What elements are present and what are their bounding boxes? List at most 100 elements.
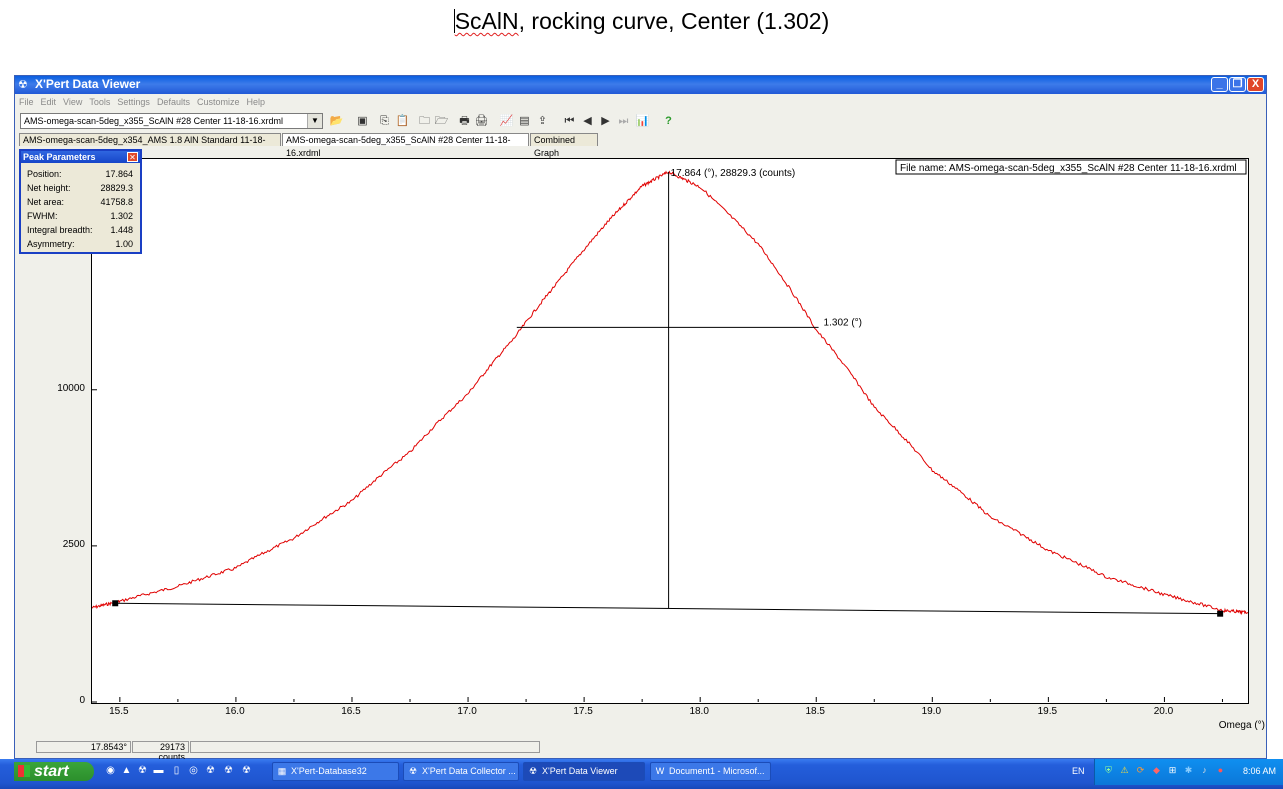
menu-file[interactable]: File xyxy=(19,95,34,110)
start-label: start xyxy=(34,763,69,780)
data-series-line xyxy=(92,170,1248,616)
tray-bluetooth-icon[interactable]: ✱ xyxy=(1183,765,1194,776)
tray-shield-icon[interactable]: ⛨ xyxy=(1103,765,1114,776)
graph-icon[interactable]: 📈 xyxy=(499,114,514,128)
task-label: X'Pert Data Viewer xyxy=(542,766,618,776)
peak-row-fwhm: FWHM: 1.302 xyxy=(27,209,133,223)
peak-row-net-area: Net area: 41758.8 xyxy=(27,195,133,209)
restore-button[interactable]: ❐ xyxy=(1229,77,1246,92)
menu-help[interactable]: Help xyxy=(246,95,265,110)
export-icon[interactable]: ⇪ xyxy=(535,114,550,128)
open-folder-icon[interactable]: 📂 xyxy=(329,114,344,128)
status-position: 17.8543° xyxy=(36,741,131,753)
tray-antivirus-icon[interactable]: ● xyxy=(1215,765,1226,776)
menu-bar: File Edit View Tools Settings Defaults Customi… xyxy=(15,95,1266,110)
x-tick-label: 19.0 xyxy=(921,706,942,717)
status-bar: 17.8543° 29173 counts xyxy=(15,740,1266,762)
tab-scaln-center[interactable]: AMS-omega-scan-5deg_x355_ScAlN #28 Cente… xyxy=(282,133,529,158)
peak-label: Asymmetry: xyxy=(27,239,75,249)
viewer-icon: ☢ xyxy=(528,766,538,776)
xpert-icon[interactable]: ☢ xyxy=(136,764,149,777)
start-button[interactable]: start xyxy=(14,762,94,781)
database-icon: ▦ xyxy=(277,766,287,776)
previous-icon[interactable]: ◀ xyxy=(580,114,595,128)
peak-panel-title[interactable]: Peak Parameters xyxy=(21,151,140,163)
peak-label: Net height: xyxy=(27,183,71,193)
menu-defaults[interactable]: Defaults xyxy=(157,95,190,110)
properties-icon[interactable]: ▣ xyxy=(355,114,370,128)
peak-value: 41758.8 xyxy=(100,197,133,207)
baseline-start-handle xyxy=(112,600,119,607)
peak-row-net-height: Net height: 28829.3 xyxy=(27,181,133,195)
chart-app-icon[interactable]: ▲ xyxy=(120,764,133,777)
x-tick-label: 18.5 xyxy=(805,706,825,717)
file-select[interactable]: AMS-omega-scan-5deg_x355_ScAlN #28 Cente… xyxy=(20,113,323,129)
document-tabs: AMS-omega-scan-5deg_x354_AMS 1.8 AlN Sta… xyxy=(15,133,1266,158)
x-tick-label: 15.5 xyxy=(109,706,129,717)
menu-edit[interactable]: Edit xyxy=(41,95,57,110)
system-tray: ⛨ ⚠ ⟳ ◆ ⊞ ✱ ♪ ● 8:06 AM xyxy=(1094,759,1283,785)
xpert-data-icon[interactable]: ☢ xyxy=(240,764,253,777)
table-icon[interactable]: ▤ xyxy=(517,114,532,128)
task-xpert-data-viewer[interactable]: ☢ X'Pert Data Viewer xyxy=(523,762,645,781)
peak-label: Net area: xyxy=(27,197,65,207)
chevron-down-icon[interactable]: ▼ xyxy=(307,114,322,128)
help-icon[interactable]: ? xyxy=(661,114,676,128)
browser-icon[interactable]: ◉ xyxy=(104,764,117,777)
tray-security-icon[interactable]: ◆ xyxy=(1151,765,1162,776)
minimize-button[interactable]: _ xyxy=(1211,77,1228,92)
title-bar[interactable]: ☢ X'Pert Data Viewer _ ❐ X xyxy=(15,76,1266,94)
print-icon[interactable]: 🖶 xyxy=(457,114,472,128)
baseline-end-handle xyxy=(1217,610,1224,617)
xpert-tool-icon[interactable]: ☢ xyxy=(222,764,235,777)
x-axis-label: Omega (°) xyxy=(1218,720,1265,731)
peak-parameters-panel[interactable]: Peak Parameters ✕ Position: 17.864 Net he… xyxy=(19,149,142,254)
windows-flag-icon xyxy=(18,765,30,777)
folder-icon[interactable]: 🗀 xyxy=(417,114,432,128)
language-indicator[interactable]: EN xyxy=(1072,766,1085,776)
peak-label: FWHM: xyxy=(27,211,58,221)
task-document1-word[interactable]: W Document1 - Microsof... xyxy=(650,762,771,781)
tray-sync-icon[interactable]: ⟳ xyxy=(1135,765,1146,776)
last-icon[interactable]: ⏭ xyxy=(616,114,631,128)
folder-open-icon[interactable]: 🗁 xyxy=(434,114,449,128)
next-icon[interactable]: ▶ xyxy=(598,114,613,128)
tray-warning-icon[interactable]: ⚠ xyxy=(1119,765,1130,776)
menu-settings[interactable]: Settings xyxy=(117,95,150,110)
menu-customize[interactable]: Customize xyxy=(197,95,240,110)
first-icon[interactable]: ⏮ xyxy=(562,114,577,128)
paste-icon[interactable]: 📋 xyxy=(395,114,410,128)
tab-combined-graph[interactable]: Combined Graph xyxy=(530,133,598,158)
folder-icon[interactable]: ▬ xyxy=(152,764,165,777)
menu-tools[interactable]: Tools xyxy=(89,95,110,110)
x-tick-label: 17.5 xyxy=(573,706,593,717)
print-preview-icon[interactable]: 🖨 xyxy=(474,114,489,128)
rocking-curve-chart[interactable]: 17.864 (°), 28829.3 (counts) 1.302 (°) Fil… xyxy=(92,159,1248,703)
x-tick-label: 17.0 xyxy=(457,706,477,717)
tray-volume-icon[interactable]: ♪ xyxy=(1199,765,1210,776)
peak-label: Integral breadth: xyxy=(27,225,93,235)
close-button[interactable]: X xyxy=(1247,77,1264,92)
close-icon[interactable]: ✕ xyxy=(127,152,138,162)
notepad-icon[interactable]: ▯ xyxy=(170,764,183,777)
xpert-viewer-quick-icon[interactable]: ☢ xyxy=(204,764,217,777)
task-xpert-database[interactable]: ▦ X'Pert-Database32 xyxy=(272,762,399,781)
task-xpert-data-collector[interactable]: ☢ X'Pert Data Collector ... xyxy=(403,762,519,781)
peak-row-asymmetry: Asymmetry: 1.00 xyxy=(27,237,133,251)
task-label: Document1 - Microsof... xyxy=(669,766,765,776)
menu-view[interactable]: View xyxy=(63,95,82,110)
copy-icon[interactable]: ⎘ xyxy=(377,114,392,128)
tab-alN-standard[interactable]: AMS-omega-scan-5deg_x354_AMS 1.8 AlN Sta… xyxy=(19,133,281,158)
word-icon: W xyxy=(655,766,665,776)
x-tick-label: 19.5 xyxy=(1037,706,1058,717)
window-title: X'Pert Data Viewer xyxy=(35,77,141,91)
x-tick-label: 16.5 xyxy=(341,706,361,717)
file-select-value: AMS-omega-scan-5deg_x355_ScAlN #28 Cente… xyxy=(24,116,283,126)
task-label: X'Pert Data Collector ... xyxy=(422,766,516,776)
tray-network-icon[interactable]: ⊞ xyxy=(1167,765,1178,776)
globe-icon[interactable]: ◎ xyxy=(187,764,200,777)
chart-icon[interactable]: 📊 xyxy=(635,114,650,128)
peak-label: Position: xyxy=(27,169,62,179)
app-icon: ☢ xyxy=(18,79,28,91)
peak-value: 1.448 xyxy=(110,225,133,235)
